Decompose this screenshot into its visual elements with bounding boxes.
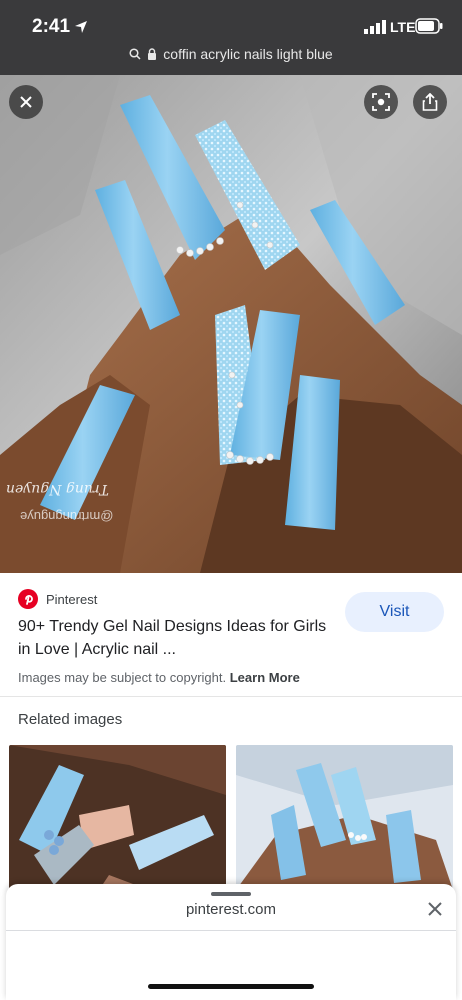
related-image-2[interactable] <box>236 745 453 890</box>
browser-bottom-sheet[interactable]: pinterest.com <box>6 884 456 1000</box>
home-indicator[interactable] <box>148 984 314 989</box>
lens-icon <box>372 93 390 111</box>
close-image-button[interactable] <box>9 85 43 119</box>
status-bar: 2:41 LTE coffin acrylic nails light blue <box>0 0 462 75</box>
result-source[interactable]: Pinterest <box>18 589 97 609</box>
nails-photo <box>0 75 462 573</box>
related-images-heading: Related images <box>18 711 123 728</box>
share-icon <box>422 93 438 111</box>
learn-more-link[interactable]: Learn More <box>230 670 300 685</box>
result-title-link[interactable]: 90+ Trendy Gel Nail Designs Ideas for Gi… <box>18 615 338 661</box>
related-nails-photo-2 <box>236 745 453 890</box>
section-divider <box>0 696 462 697</box>
location-arrow-icon <box>75 21 87 33</box>
main-result-image[interactable]: Trung Nguyen @mrtrungnguye <box>0 75 462 573</box>
pinterest-logo-icon <box>18 589 38 609</box>
photographer-watermark: Trung Nguyen <box>6 481 109 497</box>
related-nails-photo-1 <box>9 745 226 890</box>
copyright-text: Images may be subject to copyright. <box>18 670 227 685</box>
close-icon <box>428 902 442 916</box>
lock-icon <box>148 48 157 60</box>
clock-time: 2:41 <box>32 16 71 37</box>
source-name: Pinterest <box>46 591 98 607</box>
cellular-signal-icon <box>364 20 386 34</box>
search-query-text: coffin acrylic nails light blue <box>163 46 333 62</box>
copyright-notice: Images may be subject to copyright. Lear… <box>18 670 300 685</box>
sheet-close-button[interactable] <box>424 898 446 920</box>
close-icon <box>20 96 32 108</box>
battery-icon <box>415 18 443 34</box>
share-button[interactable] <box>413 85 447 119</box>
sheet-drag-handle[interactable] <box>211 892 251 896</box>
sheet-divider <box>6 930 456 931</box>
visit-button[interactable]: Visit <box>345 592 444 632</box>
sheet-domain: pinterest.com <box>185 901 277 918</box>
photographer-handle-watermark: @mrtrungnguye <box>20 509 114 524</box>
address-bar[interactable]: coffin acrylic nails light blue <box>0 46 462 70</box>
lens-search-button[interactable] <box>364 85 398 119</box>
search-icon <box>129 48 141 60</box>
network-type: LTE <box>390 19 416 35</box>
related-image-1[interactable] <box>9 745 226 890</box>
